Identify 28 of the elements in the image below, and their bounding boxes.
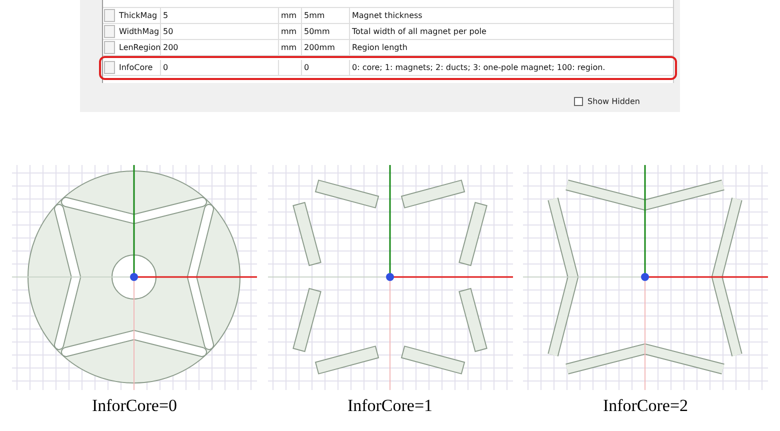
figure-caption: InforCore=0	[92, 396, 178, 416]
table-cell: 0	[163, 63, 168, 72]
table-cell: WidthMag	[119, 27, 160, 36]
table-cell: Magnet thickness	[352, 11, 422, 20]
table-cell: mm	[281, 11, 297, 20]
table-cell: 200mm	[304, 43, 335, 52]
table-cell: Region length	[352, 43, 408, 52]
row-header[interactable]	[104, 41, 115, 54]
row-header[interactable]	[104, 9, 115, 22]
row-header[interactable]	[104, 61, 115, 74]
table-cell: 0	[304, 63, 310, 72]
table-cell: 5	[163, 11, 168, 20]
table-cell: mm	[281, 43, 297, 52]
table-cell: 5mm	[304, 11, 325, 20]
table-cell: 50	[163, 27, 174, 36]
figure-caption: InforCore=1	[347, 396, 433, 416]
table-cell: ThickMag	[119, 11, 158, 20]
table-cell: Total width of all magnet per pole	[352, 27, 486, 36]
figure-caption: InforCore=2	[602, 396, 688, 416]
table-cell: LenRegion	[119, 43, 161, 52]
checkbox-label: Show Hidden	[587, 97, 640, 106]
table-cell: 50mm	[304, 27, 330, 36]
table-cell: mm	[281, 27, 297, 36]
checkbox[interactable]	[574, 97, 584, 106]
table-cell: InfoCore	[119, 63, 153, 72]
table-cell: 0: core; 1: magnets; 2: ducts; 3: one-pole magnet; 100: region.	[352, 63, 606, 72]
table-cell: 200	[163, 43, 178, 52]
row-header[interactable]	[104, 25, 115, 38]
